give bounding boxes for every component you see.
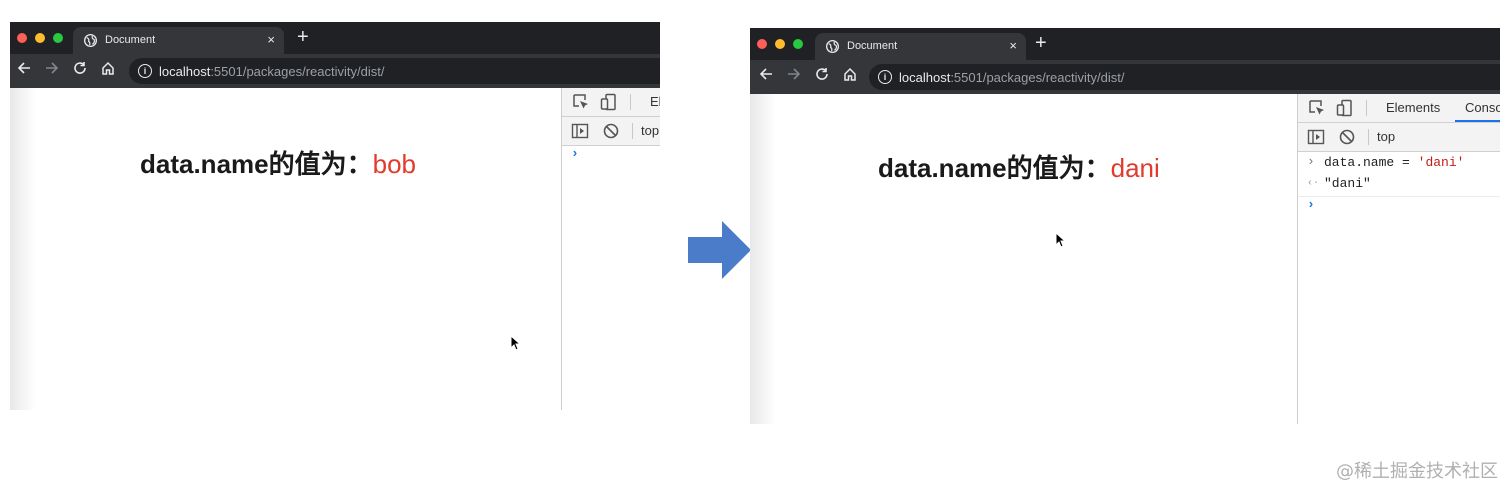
console-input: data.name = 'dani' — [1324, 155, 1465, 170]
console-output[interactable]: › data.name = 'dani' ‹· "dani" › — [1298, 152, 1500, 424]
new-tab-button[interactable]: + — [297, 26, 309, 49]
reload-icon — [816, 68, 828, 80]
sidebar-toggle-icon[interactable] — [1307, 128, 1325, 146]
url-text: localhost:5501/packages/reactivity/dist/ — [899, 70, 1125, 85]
active-tab-indicator — [1455, 120, 1500, 122]
console-input-line: › data.name = 'dani' — [1298, 154, 1500, 175]
console-toolbar: top — [562, 117, 660, 146]
devtools-panel: Elements Conso top › data.name = 'dani' — [1297, 94, 1500, 424]
back-button[interactable] — [13, 60, 35, 82]
message-label: data.name的值为： — [140, 149, 373, 179]
reload-icon — [74, 62, 86, 74]
page-message: data.name的值为：dani — [878, 148, 1160, 185]
tab-elements[interactable]: El — [650, 94, 660, 109]
address-bar[interactable]: i localhost:5501/packages/reactivity/dis… — [129, 58, 660, 84]
tab-strip: Document × + — [10, 22, 660, 54]
context-selector[interactable]: top — [1377, 129, 1395, 144]
tab-strip: Document × + — [750, 28, 1500, 60]
tab-elements[interactable]: Elements — [1386, 100, 1440, 115]
close-window-button[interactable] — [17, 33, 27, 43]
url-text: localhost:5501/packages/reactivity/dist/ — [159, 64, 385, 79]
arrow-right-icon — [46, 62, 59, 74]
toolbar-divider — [632, 123, 633, 139]
device-toolbar-icon[interactable] — [600, 93, 618, 111]
name-value: bob — [372, 149, 416, 179]
reload-button[interactable] — [69, 60, 91, 82]
address-bar[interactable]: i localhost:5501/packages/reactivity/dis… — [869, 64, 1500, 90]
browser-toolbar: i localhost:5501/packages/reactivity/dis… — [10, 54, 660, 88]
tab-close-button[interactable]: × — [1009, 38, 1017, 53]
home-button[interactable] — [839, 66, 861, 88]
arrow-right-icon — [688, 221, 751, 279]
window-controls — [757, 39, 803, 49]
globe-icon — [826, 40, 839, 53]
site-info-icon[interactable]: i — [878, 70, 892, 84]
tab-title: Document — [847, 40, 898, 52]
tab-close-button[interactable]: × — [267, 32, 275, 47]
site-info-icon[interactable]: i — [138, 64, 152, 78]
minimize-window-button[interactable] — [35, 33, 45, 43]
console-prompt: › — [571, 146, 579, 161]
browser-window-before: Document × + i localhost:5501/packages/r… — [10, 22, 660, 410]
home-icon — [844, 67, 856, 81]
window-controls — [17, 33, 63, 43]
console-prompt-line[interactable]: › — [1298, 197, 1500, 218]
result-prefix: ‹· — [1307, 178, 1320, 189]
devtools-panel: El top › — [561, 88, 660, 410]
page-content: data.name的值为：bob — [10, 88, 561, 410]
message-label: data.name的值为： — [878, 153, 1111, 183]
console-toolbar: top — [1298, 123, 1500, 152]
name-value: dani — [1110, 153, 1160, 183]
home-icon — [102, 61, 114, 75]
console-prompt: › — [1307, 197, 1315, 212]
browser-toolbar: i localhost:5501/packages/reactivity/dis… — [750, 60, 1500, 94]
input-prefix: › — [1307, 154, 1315, 169]
console-prompt-line[interactable]: › — [562, 146, 660, 167]
browser-window-after: Document × + i localhost:5501/packages/r… — [750, 28, 1500, 424]
forward-button[interactable] — [783, 66, 805, 88]
arrow-left-icon — [759, 68, 772, 80]
home-button[interactable] — [97, 60, 119, 82]
tab-title: Document — [105, 34, 156, 46]
maximize-window-button[interactable] — [793, 39, 803, 49]
mouse-cursor-icon — [1055, 232, 1067, 248]
forward-button[interactable] — [41, 60, 63, 82]
globe-icon — [84, 34, 97, 47]
browser-tab[interactable]: Document × — [73, 27, 284, 54]
clear-console-icon[interactable] — [602, 122, 620, 140]
reload-button[interactable] — [811, 66, 833, 88]
close-window-button[interactable] — [757, 39, 767, 49]
toolbar-divider — [1368, 129, 1369, 145]
minimize-window-button[interactable] — [775, 39, 785, 49]
page-content: data.name的值为：dani — [750, 94, 1297, 424]
watermark: @稀土掘金技术社区 — [1336, 461, 1498, 482]
devtools-tabbar: Elements Conso — [1298, 94, 1500, 123]
page-message: data.name的值为：bob — [140, 144, 416, 181]
toolbar-divider — [630, 94, 631, 110]
maximize-window-button[interactable] — [53, 33, 63, 43]
mouse-cursor-icon — [510, 335, 522, 351]
console-result: "dani" — [1324, 176, 1371, 191]
devtools-tabbar: El — [562, 88, 660, 117]
toolbar-divider — [1366, 100, 1367, 116]
inspect-element-icon[interactable] — [572, 93, 590, 111]
device-toolbar-icon[interactable] — [1336, 99, 1354, 117]
arrow-right-icon — [788, 68, 801, 80]
inspect-element-icon[interactable] — [1308, 99, 1326, 117]
console-output[interactable]: › — [562, 146, 660, 410]
arrow-left-icon — [17, 62, 30, 74]
browser-tab[interactable]: Document × — [815, 33, 1026, 60]
console-result-line: ‹· "dani" — [1298, 175, 1500, 197]
new-tab-button[interactable]: + — [1035, 32, 1047, 55]
sidebar-toggle-icon[interactable] — [571, 122, 589, 140]
back-button[interactable] — [755, 66, 777, 88]
context-selector[interactable]: top — [641, 123, 659, 138]
tab-console[interactable]: Conso — [1465, 100, 1500, 115]
clear-console-icon[interactable] — [1338, 128, 1356, 146]
